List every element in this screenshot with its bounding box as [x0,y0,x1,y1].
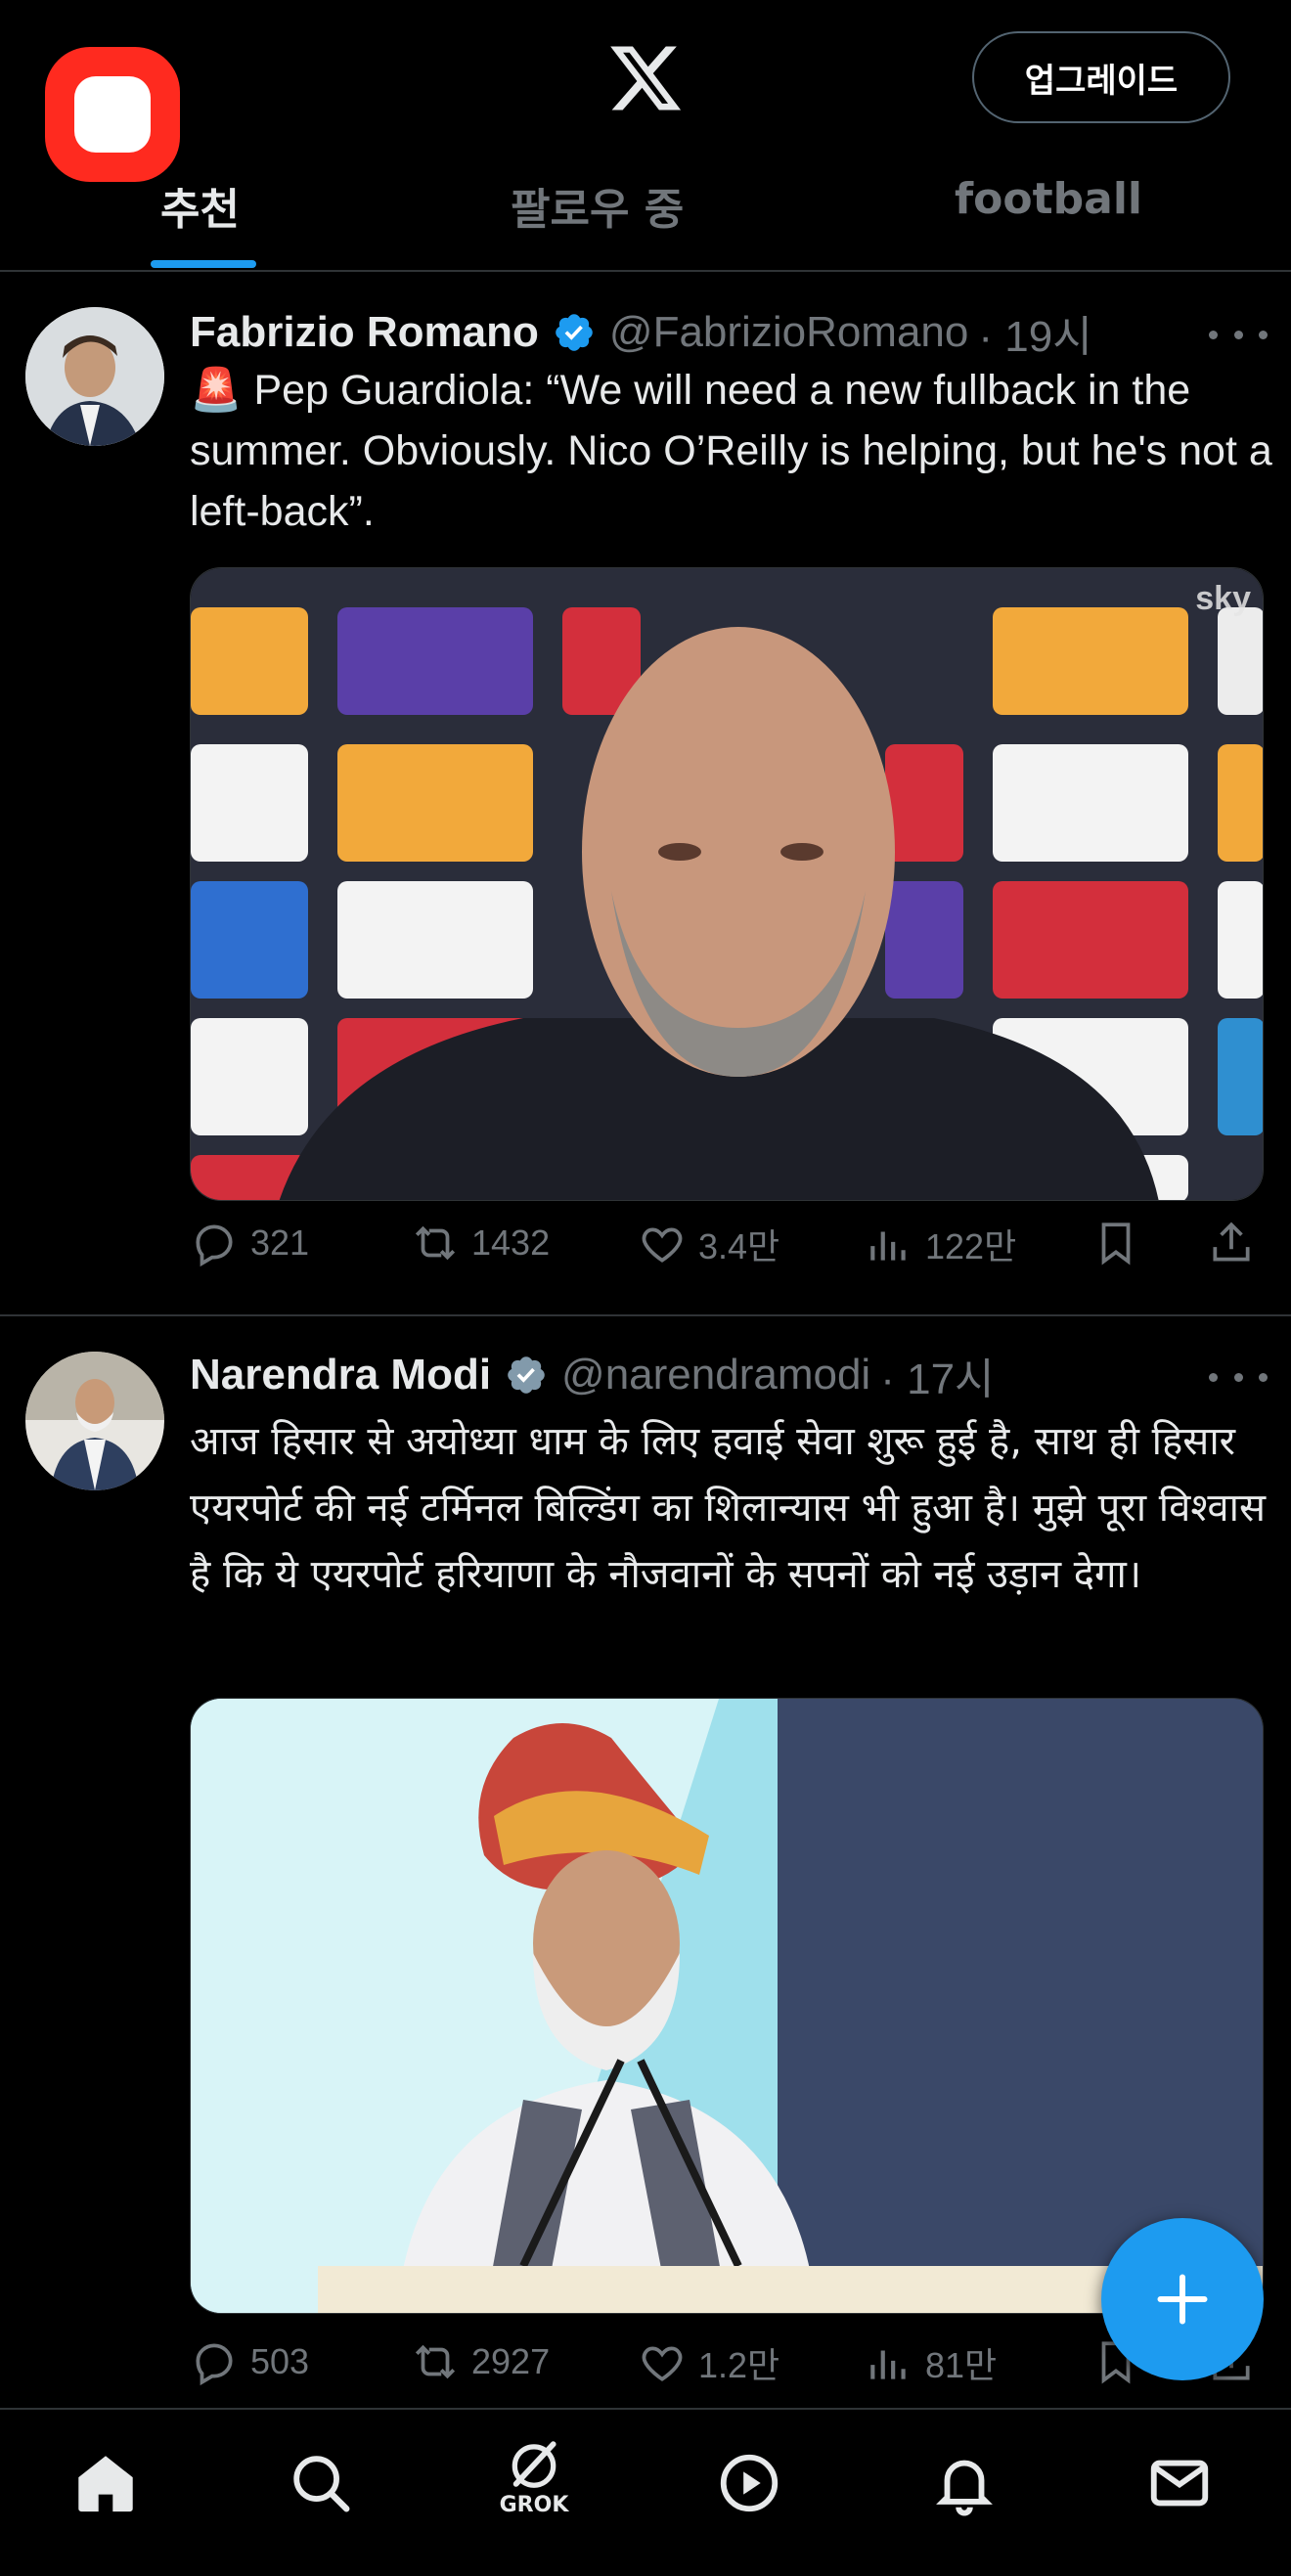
nav-notifications[interactable] [923,2449,1005,2531]
post-header: Fabrizio Romano @FabrizioRomano · 19시 [190,301,1092,364]
post-narendra-modi[interactable]: Narendra Modi @narendramodi · 17시 आज हिस… [0,1316,1291,2402]
nav-search[interactable] [280,2449,362,2531]
heart-icon [642,1227,683,1263]
author-handle[interactable]: @FabrizioRomano [609,308,968,357]
like-count: 3.4만 [698,1226,780,1266]
views-button[interactable]: 81만 [865,2337,997,2388]
author-name[interactable]: Narendra Modi [190,1351,491,1399]
avatar[interactable] [25,1352,164,1490]
x-logo-icon[interactable] [606,39,685,117]
more-options-icon[interactable] [1209,325,1268,344]
reply-button[interactable]: 321 [190,1219,309,1267]
share-button[interactable] [1207,1219,1268,1267]
bell-icon [936,2460,993,2516]
grok-icon [512,2441,556,2488]
tab-football[interactable]: football [955,174,1142,224]
repost-icon [415,1225,456,1261]
tab-following[interactable]: 팔로우 중 [511,174,684,237]
views-icon [870,2350,906,2379]
views-count: 81만 [925,2345,998,2385]
post-actions: 503 2927 1.2만 81만 [190,2337,1266,2396]
search-icon [293,2456,350,2512]
compose-post-button[interactable] [1101,2218,1264,2380]
verified-badge-icon [556,314,593,351]
verified-badge-icon [508,1356,545,1394]
post-text: आज हिसार से अयोध्या धाम के लिए हवाई सेवा… [190,1419,1267,1597]
mail-icon [1150,2460,1209,2507]
reply-icon [196,1224,233,1267]
post-image[interactable] [190,1698,1264,2314]
more-options-icon[interactable] [1209,1367,1268,1387]
siren-emoji: 🚨 [190,367,243,414]
author-handle[interactable]: @narendramodi [561,1351,870,1399]
press-conference-photo [191,568,1263,1200]
reply-count: 503 [250,2341,310,2381]
nav-video[interactable] [708,2449,790,2531]
views-count: 122만 [925,1226,1017,1266]
repost-count: 2927 [471,2341,551,2381]
repost-button[interactable]: 1432 [411,1219,550,1267]
top-header: 업그레이드 추천 팔로우 중 football [0,0,1291,272]
post-fabrizio-romano[interactable]: Fabrizio Romano @FabrizioRomano · 19시 🚨 … [0,274,1291,1314]
bottom-navigation: GROK [0,2408,1291,2576]
nav-grok[interactable]: GROK [493,2435,575,2517]
post-time[interactable]: · 19시 [978,301,1091,364]
heart-icon [642,2346,683,2381]
speech-photo [191,1699,1263,2313]
grok-label: GROK [499,2493,569,2517]
post-image[interactable]: sky [190,567,1264,1201]
bookmark-button[interactable] [1091,1219,1152,1267]
nav-home[interactable] [65,2449,147,2531]
play-icon [720,2454,779,2512]
like-button[interactable]: 3.4만 [638,1219,779,1269]
home-icon [78,2456,133,2512]
views-button[interactable]: 122만 [865,1219,1016,1269]
upgrade-button[interactable]: 업그레이드 [972,31,1230,123]
timeline-tabs: 추천 팔로우 중 football [0,166,1291,272]
share-icon [1213,1221,1250,1262]
reply-button[interactable]: 503 [190,2337,309,2386]
post-actions: 321 1432 3.4만 122만 [190,1219,1266,1277]
media-watermark: sky [1195,580,1251,617]
post-text-body: Pep Guardiola: “We will need a new fullb… [190,367,1272,535]
post-time[interactable]: · 17시 [880,1344,994,1406]
views-icon [870,1231,906,1261]
like-button[interactable]: 1.2만 [638,2337,779,2388]
bookmark-icon [1101,1222,1131,1266]
tab-for-you[interactable]: 추천 [160,174,240,237]
repost-count: 1432 [471,1222,551,1263]
reply-icon [196,2343,233,2386]
plus-icon [1157,2274,1208,2325]
avatar[interactable] [25,307,164,446]
repost-button[interactable]: 2927 [411,2337,550,2386]
reply-count: 321 [250,1222,310,1263]
active-tab-indicator [151,260,256,268]
nav-messages[interactable] [1138,2449,1221,2531]
like-count: 1.2만 [698,2345,780,2385]
screen-record-icon[interactable] [45,47,180,182]
post-text: 🚨 Pep Guardiola: “We will need a new ful… [190,360,1275,542]
repost-icon [415,2344,456,2379]
post-header: Narendra Modi @narendramodi · 17시 [190,1344,995,1406]
author-name[interactable]: Fabrizio Romano [190,308,539,357]
